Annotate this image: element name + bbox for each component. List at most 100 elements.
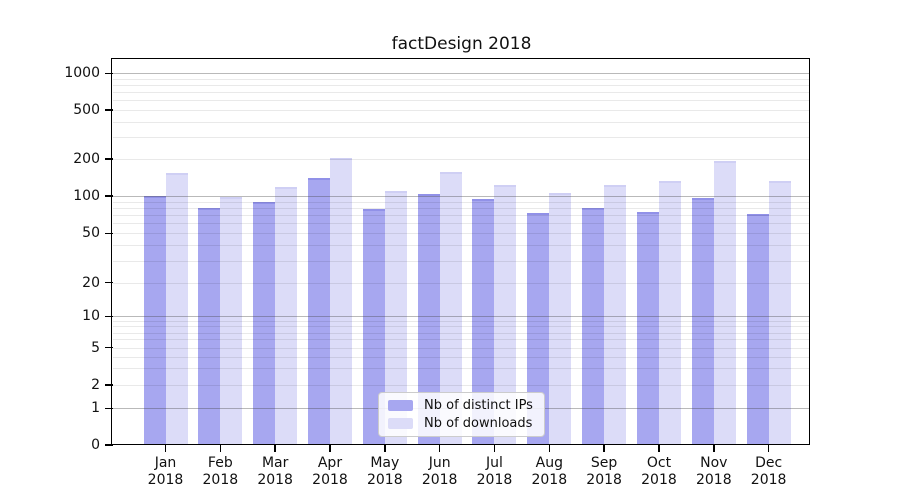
x-tick-mark-sep (603, 445, 605, 452)
x-tick-label-mar: Mar 2018 (247, 455, 303, 489)
y-gridline-minor-200 (113, 159, 810, 160)
y-tick-label-0: 0 (91, 437, 100, 453)
y-gridline-minor-40 (113, 245, 810, 247)
x-tick-month: Oct (646, 455, 672, 471)
x-tick-year: 2018 (586, 472, 622, 488)
y-gridline-major-10 (113, 316, 810, 318)
y-tick-mark-2 (105, 384, 113, 386)
y-gridline-minor-70 (113, 215, 810, 217)
x-tick-label-dec: Dec 2018 (741, 455, 797, 489)
x-tick-mark-dec (767, 445, 770, 452)
x-tick-mark-mar (274, 445, 276, 452)
y-tick-mark-1000 (105, 72, 113, 75)
y-tick-mark-100 (105, 195, 113, 197)
x-tick-label-oct: Oct 2018 (631, 455, 687, 489)
legend: Nb of distinct IPs Nb of downloads (378, 392, 545, 437)
x-tick-year: 2018 (147, 472, 184, 488)
x-tick-mark-jun (438, 445, 441, 452)
y-tick-label-20: 20 (82, 274, 100, 291)
x-tick-mark-apr (329, 445, 331, 452)
legend-swatch (388, 418, 413, 429)
x-tick-mark-nov (713, 445, 715, 452)
bar-downloads-dec (768, 180, 791, 445)
x-tick-year: 2018 (421, 472, 458, 488)
bar-distinct-ips-apr (307, 178, 330, 445)
y-gridline-minor-60 (113, 223, 810, 225)
legend-item-distinct-ips: Nb of distinct IPs (379, 398, 544, 413)
y-tick-label-5: 5 (91, 339, 100, 356)
bar-downloads-jan (165, 172, 188, 445)
bar-distinct-ips-dec (746, 213, 769, 445)
x-tick-month: Apr (317, 455, 343, 471)
y-gridline-minor-4 (113, 356, 810, 358)
x-tick-month: May (370, 455, 400, 471)
y-gridline-minor-800 (113, 85, 810, 87)
legend-swatch (388, 400, 413, 411)
x-tick-month: Aug (535, 455, 563, 471)
y-gridline-minor-500 (113, 110, 810, 111)
x-tick-month: Dec (755, 455, 783, 471)
x-tick-mark-feb (219, 445, 222, 452)
x-tick-mark-jan (164, 445, 167, 452)
y-gridline-minor-20 (113, 282, 810, 284)
bar-chart-figure: factDesign 2018 0 1 2 5 10 20 50 100 200 500 1000 J… (0, 0, 900, 500)
bar-downloads-aug (549, 192, 572, 445)
x-tick-label-may: May 2018 (357, 455, 413, 489)
y-tick-label-200: 200 (73, 151, 100, 167)
legend-label: Nb of downloads (424, 416, 533, 431)
y-gridline-minor-2 (113, 385, 810, 386)
bar-downloads-nov (713, 161, 736, 445)
y-tick-mark-5 (105, 346, 113, 349)
y-tick-label-10: 10 (82, 308, 100, 325)
y-gridline-minor-90 (113, 201, 810, 203)
x-tick-year: 2018 (531, 472, 568, 488)
x-tick-year: 2018 (750, 472, 787, 488)
y-gridline-minor-900 (113, 78, 810, 80)
y-tick-mark-10 (105, 315, 113, 318)
y-tick-mark-200 (105, 158, 113, 160)
y-tick-label-50: 50 (82, 225, 100, 242)
x-tick-mark-oct (658, 445, 660, 452)
x-tick-month: Sep (590, 455, 618, 471)
x-tick-label-aug: Aug 2018 (521, 455, 577, 489)
chart-title: factDesign 2018 (391, 34, 532, 54)
y-tick-label-1000: 1000 (64, 65, 100, 82)
x-tick-label-jan: Jan 2018 (138, 455, 194, 489)
x-tick-month: Jun (428, 455, 451, 471)
y-gridline-minor-9 (113, 321, 810, 323)
y-gridline-minor-80 (113, 208, 810, 209)
x-tick-mark-aug (548, 445, 551, 452)
y-tick-mark-500 (105, 109, 113, 111)
x-tick-year: 2018 (695, 472, 732, 488)
y-gridline-minor-700 (113, 92, 810, 94)
y-gridline-minor-30 (113, 260, 810, 262)
x-tick-year: 2018 (476, 472, 513, 488)
y-tick-label-2: 2 (91, 377, 100, 393)
x-tick-label-apr: Apr 2018 (302, 455, 358, 489)
x-tick-month: Nov (700, 455, 728, 471)
legend-label: Nb of distinct IPs (424, 398, 533, 413)
y-gridline-major-1000 (113, 73, 810, 75)
x-tick-month: Jan (154, 455, 177, 471)
y-tick-mark-20 (105, 281, 113, 284)
y-gridline-minor-8 (113, 326, 810, 328)
x-tick-year: 2018 (366, 472, 403, 488)
x-tick-label-feb: Feb 2018 (192, 455, 248, 489)
x-tick-month: Mar (261, 455, 289, 471)
y-gridline-minor-7 (113, 332, 810, 334)
y-tick-label-100: 100 (73, 188, 100, 204)
x-tick-month: Feb (207, 455, 233, 471)
y-gridline-major-100 (113, 196, 810, 197)
x-tick-year: 2018 (257, 472, 293, 488)
y-gridline-minor-50 (113, 233, 810, 235)
x-tick-label-sep: Sep 2018 (576, 455, 632, 489)
x-tick-label-jul: Jul 2018 (466, 455, 522, 489)
y-gridline-minor-3 (113, 368, 810, 370)
legend-item-downloads: Nb of downloads (379, 416, 544, 431)
y-tick-mark-50 (105, 232, 113, 235)
x-tick-mark-jul (493, 445, 496, 452)
x-tick-mark-may (384, 445, 386, 452)
x-tick-year: 2018 (312, 472, 348, 488)
y-gridline-minor-6 (113, 339, 810, 341)
y-tick-mark-0 (105, 444, 113, 446)
